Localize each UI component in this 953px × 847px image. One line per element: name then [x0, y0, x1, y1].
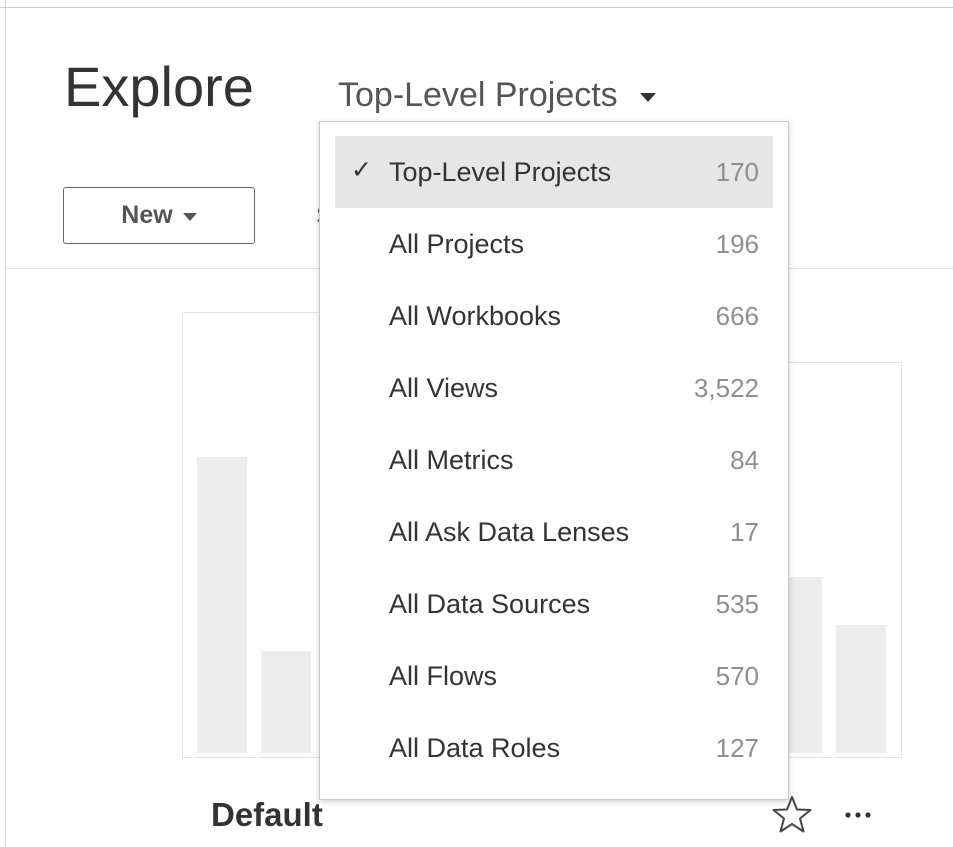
thumbnail-bar — [788, 577, 822, 753]
dropdown-item-label: All Ask Data Lenses — [389, 516, 630, 547]
dropdown-item-all-workbooks[interactable]: All Workbooks 666 — [335, 280, 773, 352]
dropdown-item-count: 666 — [715, 300, 759, 331]
dropdown-item-all-flows[interactable]: All Flows 570 — [335, 640, 773, 712]
dropdown-item-all-projects[interactable]: All Projects 196 — [335, 208, 773, 280]
project-thumbnail-right[interactable] — [788, 362, 902, 758]
content-type-selector-label: Top-Level Projects — [338, 76, 618, 114]
dropdown-item-all-data-roles[interactable]: All Data Roles 127 — [335, 712, 773, 784]
dropdown-item-all-metrics[interactable]: All Metrics 84 — [335, 424, 773, 496]
dropdown-item-label: All Data Roles — [389, 732, 561, 763]
thumbnail-bar — [836, 625, 886, 753]
dropdown-item-count: 127 — [715, 732, 759, 763]
page-title: Explore — [64, 55, 254, 118]
dropdown-item-label: All Projects — [389, 228, 525, 259]
dropdown-item-count: 84 — [730, 444, 759, 475]
dropdown-item-label: All Flows — [389, 660, 498, 691]
dropdown-item-all-views[interactable]: All Views 3,522 — [335, 352, 773, 424]
window-left-edge — [5, 0, 6, 847]
dropdown-item-all-data-sources[interactable]: All Data Sources 535 — [335, 568, 773, 640]
new-button[interactable]: New — [63, 187, 255, 244]
dropdown-item-label: All Metrics — [389, 444, 514, 475]
project-thumbnail[interactable] — [182, 312, 320, 758]
dropdown-item-label: All Data Sources — [389, 588, 591, 619]
dropdown-item-all-ask-data-lenses[interactable]: All Ask Data Lenses 17 — [335, 496, 773, 568]
new-button-label: New — [121, 201, 173, 229]
thumbnail-bar — [261, 651, 311, 753]
checkmark-icon: ✓ — [351, 156, 372, 184]
dropdown-item-count: 170 — [715, 156, 759, 187]
dropdown-item-count: 17 — [730, 516, 759, 547]
dropdown-item-label: All Views — [389, 372, 499, 403]
dropdown-item-count: 3,522 — [693, 372, 759, 403]
dropdown-item-count: 196 — [715, 228, 759, 259]
dropdown-item-count: 535 — [715, 588, 759, 619]
window-top-edge — [0, 0, 953, 8]
dropdown-item-count: 570 — [715, 660, 759, 691]
dropdown-item-top-level-projects[interactable]: ✓ Top-Level Projects 170 — [335, 136, 773, 208]
project-name[interactable]: Default — [211, 796, 323, 834]
dropdown-item-label: Top-Level Projects — [389, 156, 612, 187]
thumbnail-bar — [197, 457, 247, 753]
content-type-dropdown: ✓ Top-Level Projects 170 All Projects 19… — [319, 121, 789, 800]
content-type-selector[interactable]: Top-Level Projects — [338, 74, 656, 116]
caret-down-icon — [182, 213, 197, 221]
more-horizontal-icon[interactable] — [838, 795, 878, 835]
chevron-down-icon — [639, 92, 656, 102]
dropdown-item-label: All Workbooks — [389, 300, 562, 331]
